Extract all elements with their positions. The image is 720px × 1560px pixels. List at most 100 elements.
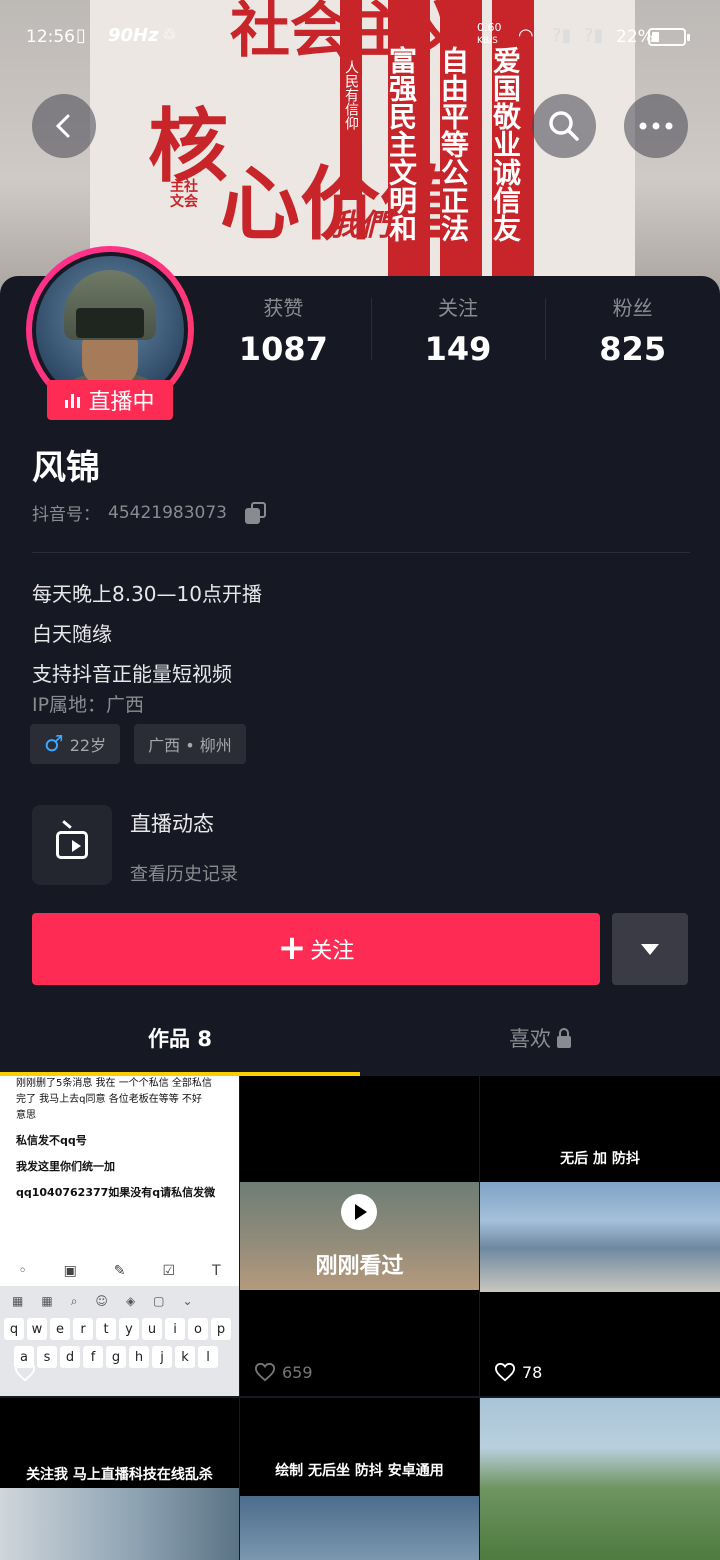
recommend-dropdown-button[interactable] xyxy=(612,913,688,985)
plus-icon: + xyxy=(277,928,307,968)
signal-2-icon: ?▮ xyxy=(584,25,604,46)
tab-likes-label: 喜欢 xyxy=(509,1027,551,1051)
chat-line: qq1040762377如果没有q请私信发微 xyxy=(16,1186,216,1199)
status-bar: 12:56 ▯ 90Hz ♲ 0.60 KB/S ◠ ?▮ ?▮ 22% xyxy=(0,0,720,70)
age-text: 22岁 xyxy=(69,736,107,755)
vibrate-icon: ▯ xyxy=(76,25,86,46)
back-button[interactable] xyxy=(32,94,96,158)
profile-tabs: 作品 8 喜欢 xyxy=(0,1000,720,1076)
bio-line: 每天晚上8.30—10点开播 xyxy=(32,582,262,606)
net-unit: KB/S xyxy=(477,36,498,46)
status-time: 12:56 xyxy=(26,27,75,47)
image-icon: ▣ xyxy=(63,1263,77,1279)
chevron-left-icon xyxy=(55,114,70,138)
tab-works[interactable]: 作品 8 xyxy=(0,1000,360,1076)
video-thumb-4[interactable]: 关注我 马上直播科技在线乱杀 xyxy=(0,1398,239,1560)
live-record-button[interactable] xyxy=(32,805,112,885)
chat-line: 私信发不qq号 xyxy=(16,1134,87,1147)
stat-value: 149 xyxy=(424,330,492,368)
live-badge[interactable]: 直播中 xyxy=(47,380,173,420)
checkbox-icon: ☑ xyxy=(162,1263,176,1279)
follow-button[interactable]: + 关注 xyxy=(32,913,600,985)
heart-icon xyxy=(494,1362,516,1382)
video-thumb-1[interactable]: 刚刚删了5条消息 我在 一个个私信 全部私信 完了 我马上去q同意 各位老板在等… xyxy=(0,1076,239,1396)
lock-icon xyxy=(557,1028,571,1048)
video-scene xyxy=(0,1488,239,1560)
video-likes-count: 659 xyxy=(282,1362,313,1382)
video-caption: 无后 加 防抖 xyxy=(560,1151,640,1167)
stat-following[interactable]: 关注 149 xyxy=(370,292,546,372)
poster-small-text: 主社 文会 xyxy=(170,179,198,210)
video-caption: 关注我 马上直播科技在线乱杀 xyxy=(26,1467,213,1483)
video-thumb-5[interactable]: 绘制 无后坐 防抖 安卓通用 xyxy=(240,1398,479,1560)
stat-followers[interactable]: 粉丝 825 xyxy=(545,292,720,372)
video-thumb-6[interactable] xyxy=(480,1398,720,1560)
voice-icon: ◦ xyxy=(18,1263,27,1279)
more-dots-icon xyxy=(639,122,673,130)
video-thumb-3[interactable]: 无后 加 防抖 78 xyxy=(480,1076,720,1396)
refresh-rate: 90Hz xyxy=(108,25,159,46)
video-likes xyxy=(14,1362,36,1382)
heart-icon xyxy=(254,1362,276,1382)
video-caption: 绘制 无后坐 防抖 安卓通用 xyxy=(275,1463,444,1479)
video-likes-count: 78 xyxy=(522,1362,543,1382)
live-badge-label: 直播中 xyxy=(88,390,155,415)
video-thumb-2[interactable]: 刚刚看过 659 xyxy=(240,1076,479,1396)
age-tag: ♂ 22岁 xyxy=(30,724,121,764)
profile-tags: ♂ 22岁 广西 • 柳州 xyxy=(30,724,246,764)
live-record-subtitle[interactable]: 查看历史记录 xyxy=(130,860,238,886)
stat-likes[interactable]: 获赞 1087 xyxy=(196,292,371,372)
chat-line: 完了 我马上去q同意 各位老板在等等 不好 xyxy=(16,1094,202,1105)
search-icon xyxy=(549,111,579,141)
stat-value: 825 xyxy=(599,330,667,368)
battery-icon xyxy=(648,28,690,46)
poster-signature: 我們 xyxy=(330,208,390,243)
chat-line: 我发这里你们统一加 xyxy=(16,1160,115,1173)
caret-down-icon xyxy=(641,943,659,955)
copy-icon[interactable] xyxy=(244,501,267,524)
douyin-id: 抖音号： 45421983073 xyxy=(32,500,267,525)
app-notify-icon: ♲ xyxy=(162,25,177,44)
male-icon: ♂ xyxy=(44,731,64,757)
location-tag: 广西 • 柳州 xyxy=(134,724,246,764)
follow-label: 关注 xyxy=(310,939,355,964)
net-speed: 0.60 xyxy=(477,21,502,34)
recently-watched-label: 刚刚看过 xyxy=(315,1254,404,1279)
divider xyxy=(32,552,690,553)
video-scene xyxy=(480,1182,720,1292)
keyboard-row-2: asdfghjkl xyxy=(14,1346,218,1368)
stat-value: 1087 xyxy=(238,330,328,368)
signal-1-icon: ?▮ xyxy=(552,25,572,46)
wifi-icon: ◠ xyxy=(518,25,534,46)
stat-label: 关注 xyxy=(438,296,478,320)
location-text: 广西 • 柳州 xyxy=(148,736,232,755)
chat-line: 意思 xyxy=(16,1110,36,1121)
keyboard-row-1: qwertyuiop xyxy=(4,1318,231,1340)
live-record-title[interactable]: 直播动态 xyxy=(130,808,214,838)
ip-location: IP属地：广西 xyxy=(32,694,145,716)
tv-icon xyxy=(56,831,88,859)
bio-line: 白天随缘 xyxy=(32,622,112,646)
chat-line: 刚刚删了5条消息 我在 一个个私信 全部私信 xyxy=(16,1078,212,1089)
stat-label: 获赞 xyxy=(263,296,304,320)
douyin-id-label: 抖音号： xyxy=(32,505,100,525)
play-icon xyxy=(341,1194,377,1230)
video-grid: 刚刚删了5条消息 我在 一个个私信 全部私信 完了 我马上去q同意 各位老板在等… xyxy=(0,1076,720,1560)
stat-label: 粉丝 xyxy=(612,296,653,320)
editor-toolbar: ◦ ▣ ✎ ☑ T xyxy=(0,1256,239,1286)
text-icon: T xyxy=(211,1263,221,1279)
douyin-id-value: 45421983073 xyxy=(108,502,227,523)
heart-icon xyxy=(14,1362,36,1382)
search-button[interactable] xyxy=(532,94,596,158)
video-scene xyxy=(240,1496,479,1560)
video-likes: 659 xyxy=(254,1362,313,1382)
more-button[interactable] xyxy=(624,94,688,158)
bio-line: 支持抖音正能量短视频 xyxy=(32,662,232,686)
profile-stats: 获赞 1087 关注 149 粉丝 825 xyxy=(196,292,720,372)
live-bars-icon xyxy=(65,392,81,408)
pen-icon: ✎ xyxy=(113,1263,126,1279)
tab-likes[interactable]: 喜欢 xyxy=(360,1000,720,1076)
video-likes: 78 xyxy=(494,1362,542,1382)
profile-name: 风锦 xyxy=(32,448,100,488)
tab-works-label: 作品 8 xyxy=(148,1027,212,1051)
